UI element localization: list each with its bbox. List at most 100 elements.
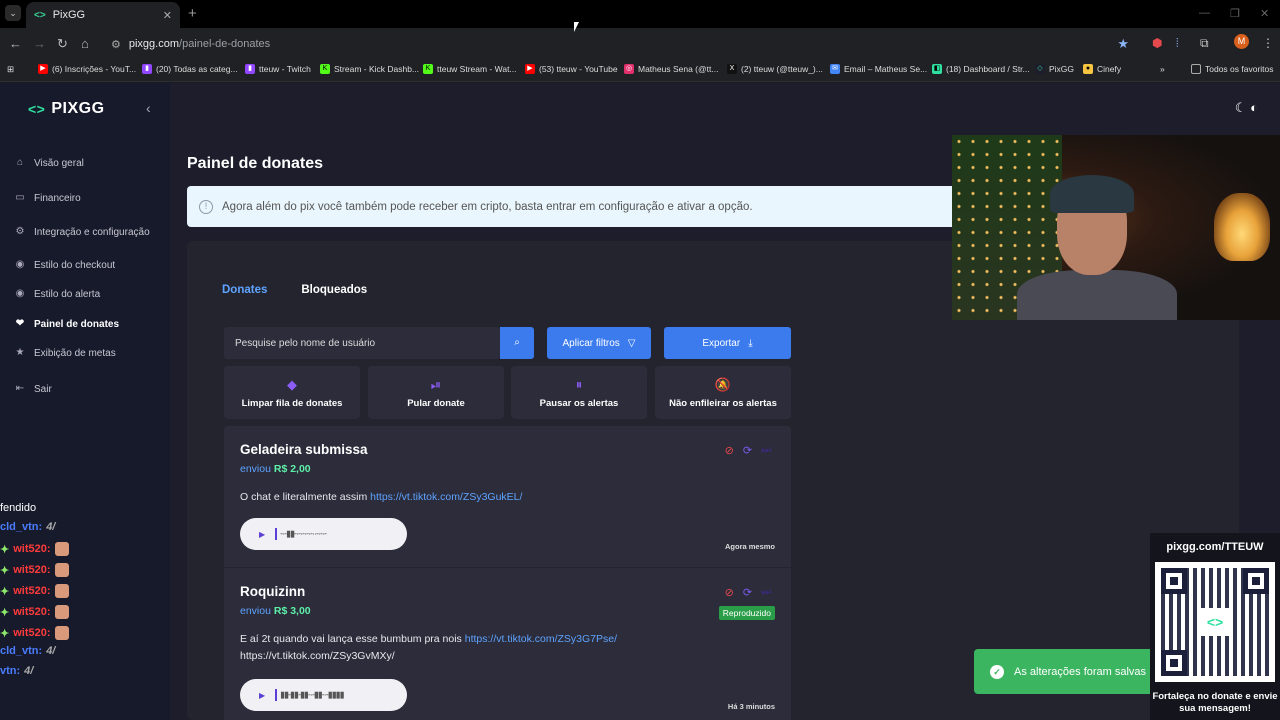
forward-icon[interactable]: →	[33, 36, 46, 51]
sparkle-icon: ✦	[0, 585, 10, 598]
chat-message: ✦ wit520:	[0, 563, 69, 577]
sidebar-item-painel-donates[interactable]: ❤ Painel de donates	[14, 318, 119, 330]
message-link[interactable]: https://vt.tiktok.com/ZSy3G7Pse/	[465, 633, 617, 645]
replay-icon[interactable]: ⟳	[743, 586, 752, 599]
all-bookmarks-folder[interactable]: Todos os favoritos	[1191, 64, 1274, 74]
audio-player[interactable]: ▶ ▮▮-▮▮-▮▮-·-▮▮-·-▮▮▮▮	[240, 679, 407, 711]
bookmark-item[interactable]: K Stream - Kick Dashb...	[320, 64, 419, 74]
bookmark-item[interactable]: ▮ (20) Todas as categ...	[142, 64, 238, 74]
sidebar-item-integracao[interactable]: ⚙ Integração e configuração	[14, 226, 150, 238]
bookmark-star-icon[interactable]: ★	[1117, 36, 1129, 52]
block-icon[interactable]: ⊘	[725, 586, 734, 599]
bookmark-item[interactable]: Ktteuw Stream - Wat...	[423, 64, 517, 74]
chat-message: cld_vtn: 4/	[0, 645, 56, 657]
skip-icon[interactable]: ⏭	[761, 586, 771, 599]
skip-donate-button[interactable]: ⏯ Pular donate	[368, 366, 504, 419]
bookmark-item[interactable]: ◇ PixGG	[1035, 64, 1074, 74]
emote-icon	[54, 584, 69, 598]
message-link[interactable]: https://vt.tiktok.com/ZSy3GukEL/	[370, 491, 522, 503]
logout-icon: ⇤	[15, 383, 25, 394]
play-icon[interactable]: ▶	[259, 530, 265, 539]
replay-icon[interactable]: ⟳	[743, 444, 752, 457]
palette-icon: ◉	[15, 259, 25, 270]
collapse-sidebar-icon[interactable]: ‹	[146, 100, 151, 116]
browser-tab[interactable]: <> PixGG ✕	[26, 2, 180, 28]
sidebar-item-exibicao-metas[interactable]: ★ Exibição de metas	[14, 347, 116, 359]
more-bookmarks-icon[interactable]: »	[1160, 64, 1165, 74]
skip-icon[interactable]: ⏭	[761, 444, 771, 457]
search-input[interactable]: Pesquise pelo nome de usuário	[224, 327, 500, 359]
lamp	[1214, 193, 1270, 261]
audio-player[interactable]: ▶ -·-▮▮-·-·-·-·-··-·-·-	[240, 518, 407, 550]
webcam-overlay	[952, 135, 1280, 320]
pixgg-logo-icon: <>	[1201, 608, 1229, 636]
sidebar-item-estilo-checkout[interactable]: ◉ Estilo do checkout	[14, 259, 116, 271]
apply-filters-button[interactable]: Aplicar filtros ▽	[547, 327, 651, 359]
sidebar-item-visao-geral[interactable]: ⌂ Visão geral	[14, 157, 84, 169]
tab-bloqueados[interactable]: Bloqueados	[301, 284, 367, 296]
extension-audio-icon[interactable]: ⦙	[1176, 36, 1179, 51]
qr-code: <>	[1155, 562, 1275, 682]
donate-message: O chat e literalmente assim https://vt.t…	[240, 491, 523, 503]
browser-tab-strip: ⌄ <> PixGG ✕ + — ❐ ✕	[0, 0, 1280, 28]
address-bar-row: ← → ↻ ⌂ ⚙ pixgg.com/painel-de-donates ★ …	[0, 28, 1280, 60]
streamer-body	[1017, 270, 1177, 320]
waveform[interactable]: ▮▮-▮▮-▮▮-·-▮▮-·-▮▮▮▮	[275, 689, 345, 701]
sparkle-icon: ✦	[0, 543, 10, 556]
bookmark-item[interactable]: ✉ Email – Matheus Se...	[830, 64, 927, 74]
window-close-icon[interactable]: ✕	[1260, 7, 1269, 20]
waveform[interactable]: -·-▮▮-·-·-·-·-··-·-·-	[275, 528, 327, 540]
donor-name: Roquizinn	[240, 584, 306, 599]
bookmark-item[interactable]: ▶ (6) Inscrições - YouT...	[38, 64, 136, 74]
pixgg-logo-icon: <>	[28, 101, 46, 117]
donate-url: pixgg.com/TTEUW	[1166, 541, 1264, 553]
browser-menu-icon[interactable]: ⋮	[1262, 36, 1274, 50]
sidebar: <> PIXGG ‹ ⌂ Visão geral ▭ Financeiro ⚙ Inte…	[0, 83, 170, 720]
bookmark-item[interactable]: ▶ (53) tteuw - YouTube	[525, 64, 618, 74]
skip-icon: ⏯	[430, 376, 442, 392]
tab-search-icon[interactable]: ⌄	[5, 5, 21, 21]
new-tab-icon[interactable]: +	[188, 5, 197, 22]
back-icon[interactable]: ←	[9, 36, 22, 51]
chat-message: ✦ wit520:	[0, 542, 69, 556]
bookmark-item[interactable]: ◎ Matheus Sena (@tt...	[624, 64, 718, 74]
sidebar-item-estilo-alerta[interactable]: ◉ Estilo do alerta	[14, 288, 101, 300]
donate-card: Roquizinn enviou R$ 3,00 ⊘ ⟳ ⏭ Reproduzi…	[224, 568, 791, 720]
sidebar-item-sair[interactable]: ⇤ Sair	[14, 383, 52, 395]
pixgg-logo[interactable]: <> PIXGG	[28, 100, 105, 118]
donate-message: E aí 2t quando vai lança esse bumbum pra…	[240, 633, 618, 662]
minimize-icon[interactable]: —	[1199, 7, 1210, 19]
export-button[interactable]: Exportar ⤓	[664, 327, 791, 359]
omnibox[interactable]: ⚙ pixgg.com/painel-de-donates ★	[103, 32, 1143, 56]
home-button-icon[interactable]: ⌂	[81, 36, 89, 51]
bookmark-item[interactable]: X (2) tteuw (@tteuw_)...	[727, 64, 823, 74]
bookmark-item[interactable]: ◧ (18) Dashboard / Str...	[932, 64, 1030, 74]
tab-close-icon[interactable]: ✕	[163, 9, 172, 22]
sidebar-item-financeiro[interactable]: ▭ Financeiro	[14, 192, 80, 204]
search-button[interactable]: ⌕	[500, 327, 534, 359]
search-icon: ⌕	[514, 337, 520, 348]
theme-toggle-icon[interactable]: ☾ ◐	[1235, 100, 1258, 116]
play-icon[interactable]: ▶	[259, 691, 265, 700]
apps-grid-icon[interactable]: ⊞	[7, 64, 14, 75]
success-toast: ✓ As alterações foram salvas	[974, 649, 1170, 694]
block-icon[interactable]: ⊘	[725, 444, 734, 457]
tab-donates[interactable]: Donates	[222, 284, 267, 296]
reload-icon[interactable]: ↻	[57, 36, 68, 52]
pause-alerts-button[interactable]: ⏸ Pausar os alertas	[511, 366, 647, 419]
profile-avatar[interactable]: M	[1234, 34, 1249, 49]
extension-icon[interactable]: ⬢	[1152, 36, 1162, 50]
clear-queue-button[interactable]: ◆ Limpar fila de donates	[224, 366, 360, 419]
maximize-icon[interactable]: ❐	[1230, 7, 1240, 20]
no-queue-alerts-button[interactable]: 🔕 Não enfileirar os alertas	[655, 366, 791, 419]
page-title: Painel de donates	[187, 155, 324, 172]
site-info-icon[interactable]: ⚙	[111, 38, 121, 51]
chat-message: cld_vtn: 4/	[0, 521, 56, 533]
emote-icon	[54, 626, 69, 640]
tab-title: PixGG	[52, 9, 86, 21]
bookmark-item[interactable]: ▮ tteuw - Twitch	[245, 64, 311, 74]
sparkle-icon: ✦	[0, 606, 10, 619]
extensions-puzzle-icon[interactable]: ⧉	[1200, 36, 1209, 51]
bookmark-item[interactable]: ● Cinefy	[1083, 64, 1121, 74]
palette-icon: ◉	[15, 288, 25, 299]
